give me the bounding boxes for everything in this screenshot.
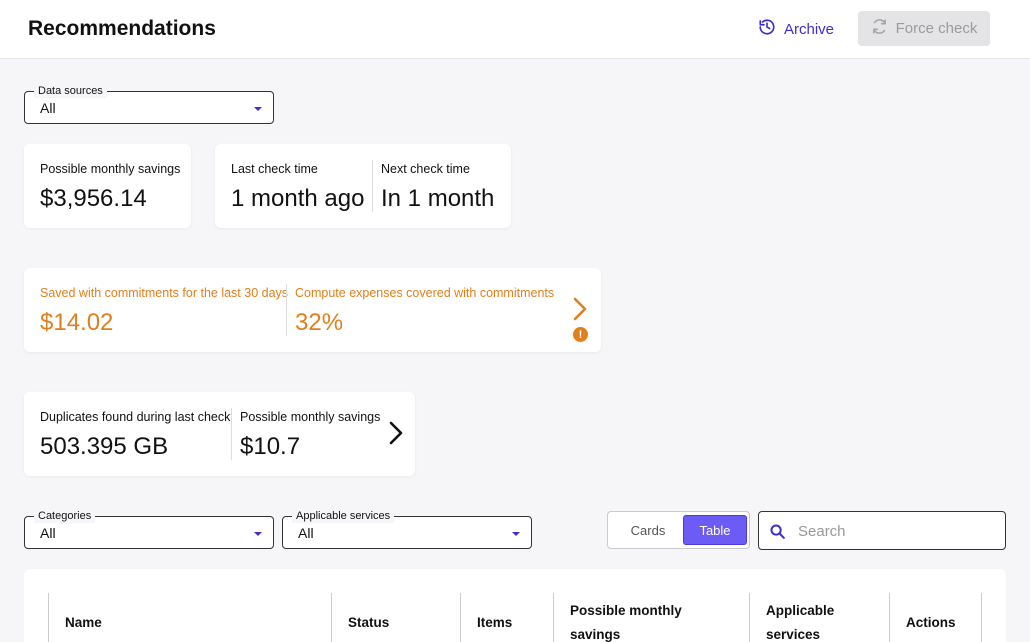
archive-button[interactable]: Archive [758,14,834,44]
possible-savings-label: Possible monthly savings [40,162,181,176]
applicable-services-select[interactable]: Applicable services All [282,509,532,549]
force-check-label: Force check [895,20,978,37]
data-sources-select[interactable]: Data sources All [24,84,274,124]
commitments-card[interactable]: Saved with commitments for the last 30 d… [24,268,601,352]
caret-down-icon [254,107,262,111]
column-header-savings-line2: savings [570,627,621,642]
column-divider [981,593,982,642]
view-toggle: Cards Table [607,511,750,549]
archive-label: Archive [784,20,835,38]
chevron-right-icon[interactable] [387,420,405,446]
column-header-actions: Actions [889,593,981,642]
duplicates-savings-value: $10.7 [240,433,301,460]
column-header-savings-label: Possible monthly savings [570,599,682,642]
warning-icon: ! [573,327,588,342]
column-header-services[interactable]: Applicable services [749,593,889,642]
duplicates-savings-metric: Possible monthly savings $10.7 [240,410,380,461]
covered-expenses-label: Compute expenses covered with commitment… [295,286,555,300]
caret-down-icon [254,532,262,536]
applicable-services-value: All [298,525,314,541]
applicable-services-label: Applicable services [292,509,395,523]
history-clock-icon [758,18,776,40]
column-header-name-label: Name [65,615,102,630]
categories-select[interactable]: Categories All [24,509,274,549]
divider [231,408,232,460]
search-icon [770,524,785,539]
column-header-services-line1: Applicable [766,603,835,618]
saved-commitments-value: $14.02 [40,309,114,336]
column-header-status-label: Status [348,615,390,630]
next-check-value: In 1 month [381,185,495,212]
cards-view-button[interactable]: Cards [612,515,684,545]
column-header-name[interactable]: Name [48,593,331,642]
column-header-services-line2: services [766,627,821,642]
duplicates-card[interactable]: Duplicates found during last check 503.3… [24,392,415,476]
column-header-items[interactable]: Items [460,593,553,642]
check-time-card: Last check time 1 month ago Next check t… [215,144,511,228]
column-header-savings-line1: Possible monthly [570,603,682,618]
column-header-savings[interactable]: Possible monthly savings [553,593,749,642]
categories-value: All [40,525,56,541]
recommendations-table: Name Status Items Possible monthly savin… [24,569,1006,642]
refresh-icon [871,18,888,39]
data-sources-label: Data sources [34,84,107,98]
column-header-services-label: Applicable services [766,599,834,642]
duplicates-found-label: Duplicates found during last check [40,410,231,424]
search-input[interactable] [798,518,993,544]
last-check-label: Last check time [231,162,318,176]
possible-savings-value: $3,956.14 [40,185,147,212]
possible-savings-metric: Possible monthly savings $3,956.14 [40,162,180,213]
divider [286,284,287,336]
top-bar: Recommendations Archive Force check [0,0,1030,59]
duplicates-savings-label: Possible monthly savings [240,410,381,424]
duplicates-found-value: 503.395 GB [40,433,169,460]
column-header-status[interactable]: Status [331,593,460,642]
caret-down-icon [512,532,520,536]
chevron-right-icon[interactable] [571,296,589,322]
force-check-button[interactable]: Force check [858,11,990,46]
table-view-button[interactable]: Table [683,515,747,545]
covered-expenses-value: 32% [295,309,344,336]
last-check-value: 1 month ago [231,185,365,212]
page-title: Recommendations [28,17,216,40]
last-check-metric: Last check time 1 month ago [231,162,364,213]
column-header-actions-label: Actions [906,615,956,630]
saved-commitments-metric: Saved with commitments for the last 30 d… [40,286,288,337]
next-check-metric: Next check time In 1 month [381,162,494,213]
column-header-items-label: Items [477,615,513,630]
divider [372,160,373,212]
duplicates-found-metric: Duplicates found during last check 503.3… [40,410,230,461]
categories-label: Categories [34,509,96,523]
search-box [758,511,1006,550]
covered-expenses-metric: Compute expenses covered with commitment… [295,286,554,337]
next-check-label: Next check time [381,162,470,176]
data-sources-value: All [40,100,56,116]
possible-savings-card: Possible monthly savings $3,956.14 [24,144,191,228]
saved-commitments-label: Saved with commitments for the last 30 d… [40,286,289,300]
